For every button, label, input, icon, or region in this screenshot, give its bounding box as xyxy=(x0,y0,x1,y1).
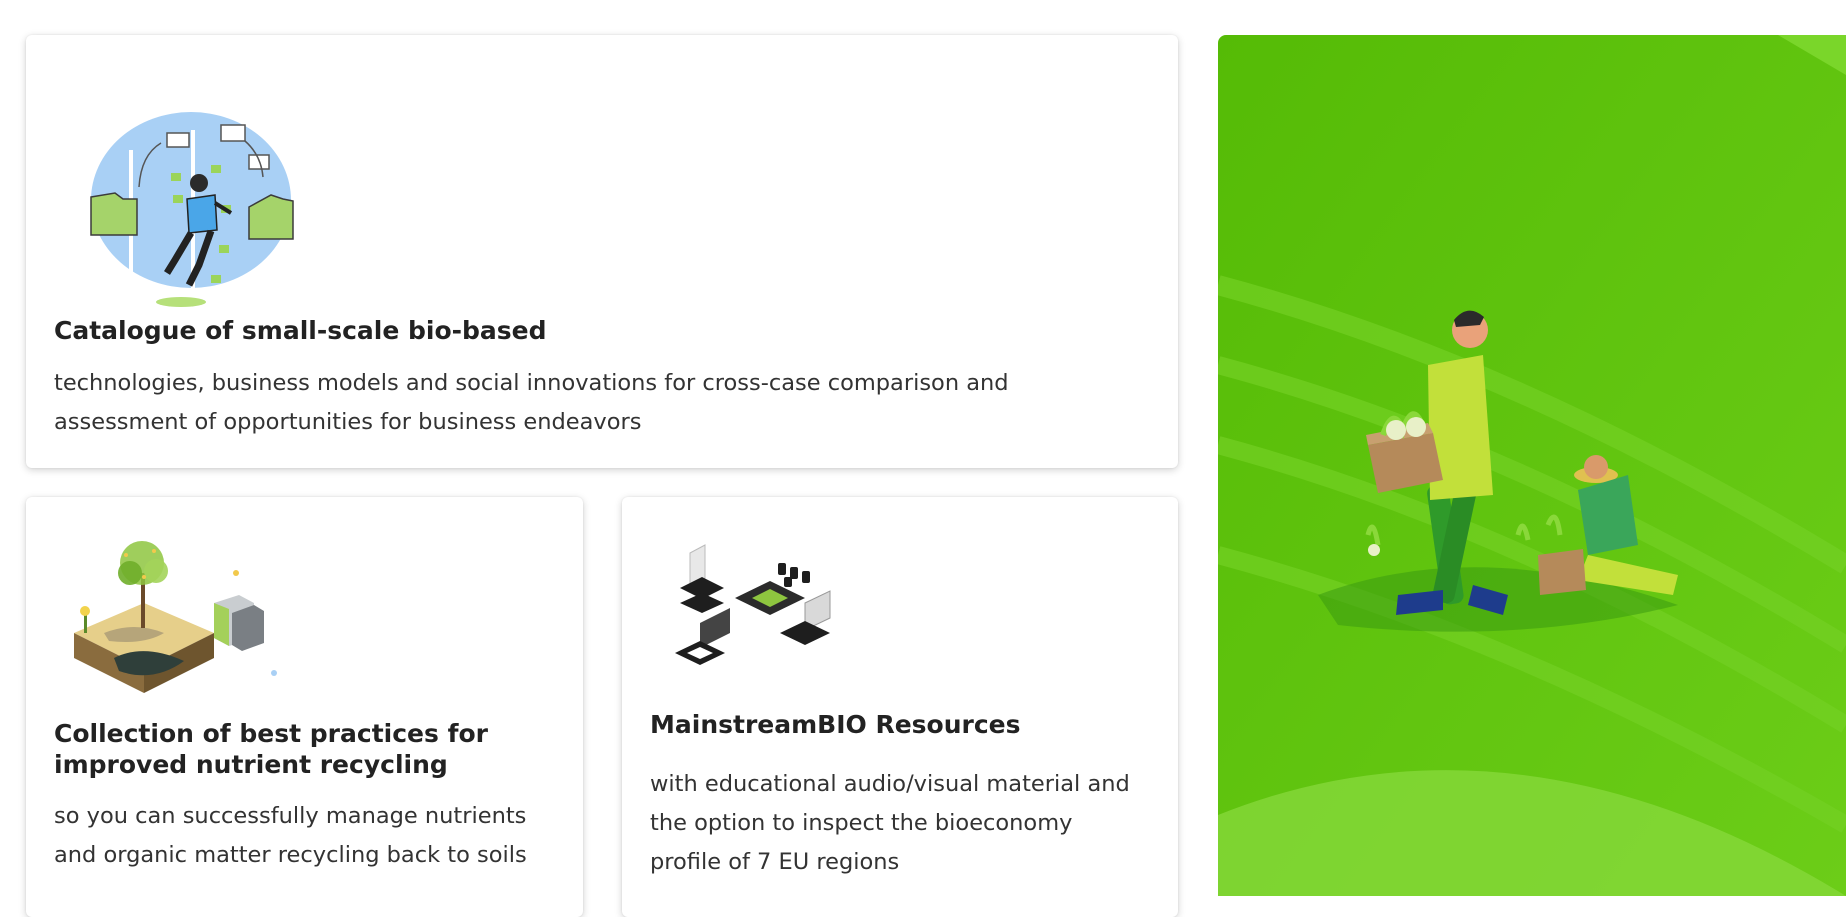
isometric-tech-illustration xyxy=(675,544,831,665)
soil-recycling-illustration xyxy=(74,541,277,693)
catalogue-description: technologies, business models and social… xyxy=(54,370,1009,435)
resources-card[interactable]: MainstreamBIO Resources with educational… xyxy=(622,497,1178,917)
catalogue-card[interactable]: Catalogue of small-scale bio-based techn… xyxy=(26,35,1178,468)
collection-card[interactable]: Collection of best practices for improve… xyxy=(26,497,583,917)
catalogue-title: Catalogue of small-scale bio-based xyxy=(54,316,547,345)
collection-title: Collection of best practices for improve… xyxy=(54,719,488,779)
hero-banner xyxy=(1218,35,1846,896)
farmers-harvesting-illustration xyxy=(1218,35,1846,896)
person-with-documents-illustration xyxy=(90,112,294,307)
resources-description: with educational audio/visual material a… xyxy=(650,771,1130,875)
collection-description: so you can successfully manage nutrients… xyxy=(54,803,527,868)
resources-title: MainstreamBIO Resources xyxy=(650,710,1021,739)
